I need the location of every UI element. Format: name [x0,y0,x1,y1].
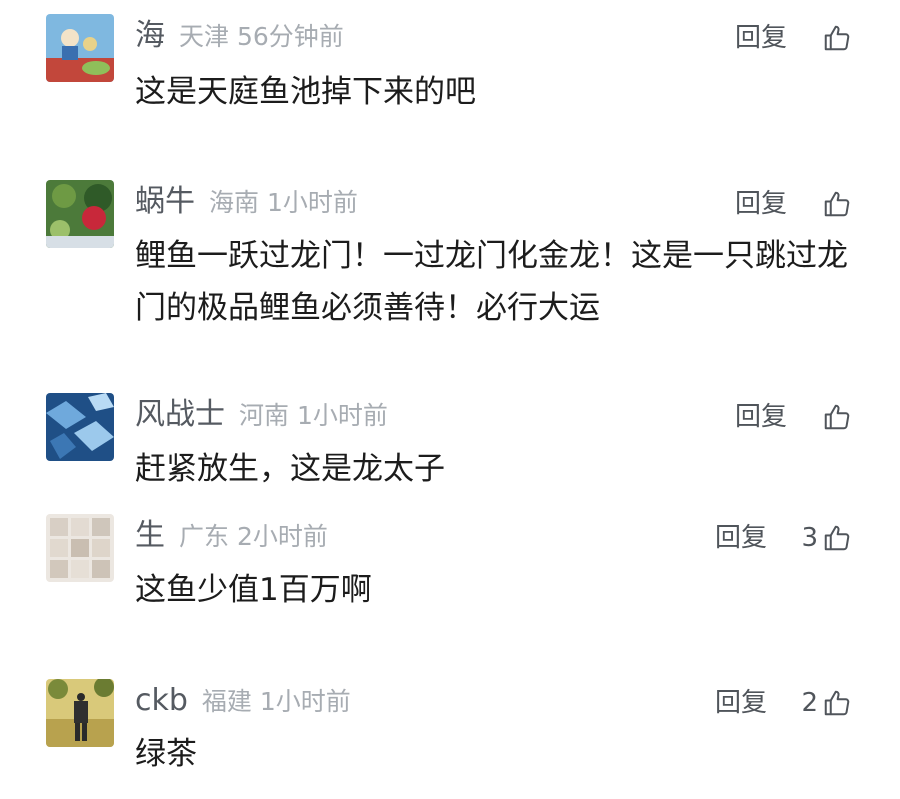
like-count: 2 [801,688,818,718]
reply-button[interactable]: 回复 [715,685,767,721]
like-count: 3 [801,523,818,553]
like-button[interactable]: 3 [801,520,852,556]
avatar[interactable] [46,679,114,747]
reply-button[interactable]: 回复 [735,20,787,56]
thumbs-up-icon [824,690,850,716]
location-time: 天津 56分钟前 [179,22,344,51]
user-name[interactable]: 海天津 56分钟前 [135,18,344,55]
reply-button[interactable]: 回复 [735,399,787,435]
thumbs-up-icon [824,191,850,217]
avatar[interactable] [46,180,114,248]
avatar[interactable] [46,393,114,461]
location-time: 广东 2小时前 [179,522,328,551]
avatar[interactable] [46,514,114,582]
comment-text: 赶紧放生，这是龙太子 [135,451,445,487]
comment-text: 鲤鱼一跃过龙门！一过龙门化金龙！这是一只跳过龙门的极品鲤鱼必须善待！必行大运 [135,238,848,326]
thumbs-up-icon [824,525,850,551]
comment-text: 这鱼少值1百万啊 [135,572,372,608]
user-name[interactable]: ckb 福建 1小时前 [135,683,351,720]
avatar[interactable] [46,14,114,82]
like-button[interactable] [818,20,852,56]
location-time: 河南 1小时前 [239,401,388,430]
reply-button[interactable]: 回复 [715,520,767,556]
comment-text: 绿茶 [135,736,197,772]
thumbs-up-icon [824,404,850,430]
reply-button[interactable]: 回复 [735,186,787,222]
like-button[interactable] [818,399,852,435]
comment-text: 这是天庭鱼池掉下来的吧 [135,74,476,110]
location-time: 海南 1小时前 [209,188,358,217]
user-name[interactable]: 蜗牛 海南 1小时前 [135,184,358,221]
user-name[interactable]: 生广东 2小时前 [135,518,328,555]
like-button[interactable] [818,186,852,222]
like-button[interactable]: 2 [801,685,852,721]
user-name[interactable]: 风战士 河南 1小时前 [135,397,388,434]
thumbs-up-icon [824,25,850,51]
location-time: 福建 1小时前 [201,687,351,716]
